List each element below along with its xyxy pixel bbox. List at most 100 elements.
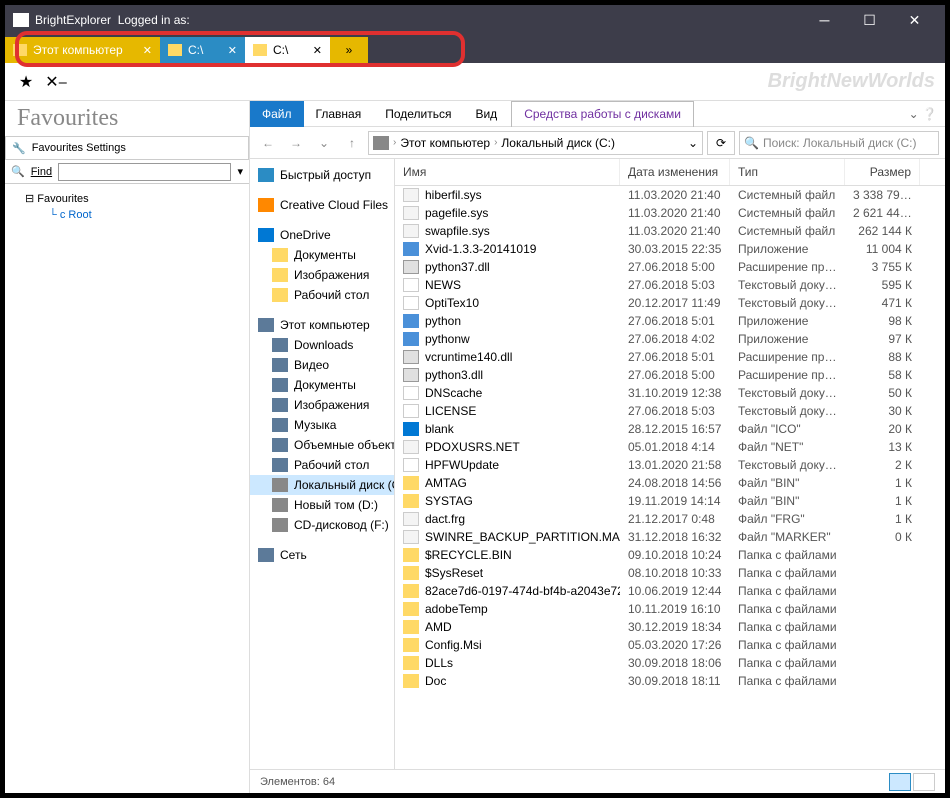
ribbon-tab-home[interactable]: Главная <box>304 101 374 127</box>
tree-c-root[interactable]: └ c Root <box>11 207 243 223</box>
tree-video[interactable]: Видео <box>250 355 394 375</box>
file-row[interactable]: HPFWUpdate13.01.2020 21:58Текстовый доку… <box>395 456 945 474</box>
tab-c-drive-2[interactable]: C:\ ✕ <box>245 37 330 63</box>
ribbon-tab-view[interactable]: Вид <box>463 101 509 127</box>
file-row[interactable]: AMD30.12.2019 18:34Папка с файлами <box>395 618 945 636</box>
tree-new-volume-d[interactable]: Новый том (D:) <box>250 495 394 515</box>
breadcrumb-part[interactable]: Этот компьютер <box>400 136 490 150</box>
file-size <box>845 565 920 581</box>
recent-dropdown[interactable]: ⌄ <box>312 131 336 155</box>
tree-creative-cloud[interactable]: Creative Cloud Files <box>250 195 394 215</box>
tab-close-icon[interactable]: ✕ <box>313 44 322 57</box>
file-row[interactable]: dact.frg21.12.2017 0:48Файл "FRG"1 К <box>395 510 945 528</box>
file-icon <box>403 512 419 526</box>
file-row[interactable]: SYSTAG19.11.2019 14:14Файл "BIN"1 К <box>395 492 945 510</box>
tree-images-pc[interactable]: Изображения <box>250 395 394 415</box>
file-row[interactable]: PDOXUSRS.NET05.01.2018 4:14Файл "NET"13 … <box>395 438 945 456</box>
up-button[interactable]: ↑ <box>340 131 364 155</box>
file-row[interactable]: DLLs30.09.2018 18:06Папка с файлами <box>395 654 945 672</box>
tree-documents-pc[interactable]: Документы <box>250 375 394 395</box>
file-row[interactable]: DNScache31.10.2019 12:38Текстовый докум.… <box>395 384 945 402</box>
tab-close-icon[interactable]: ✕ <box>228 44 237 57</box>
maximize-button[interactable]: ☐ <box>847 6 892 34</box>
tabs-overflow-button[interactable]: » <box>330 37 368 63</box>
tab-c-drive-1[interactable]: C:\ ✕ <box>160 37 245 63</box>
tree-desktop[interactable]: Рабочий стол <box>250 285 394 305</box>
file-row[interactable]: python3.dll27.06.2018 5:00Расширение при… <box>395 366 945 384</box>
file-row[interactable]: LICENSE27.06.2018 5:03Текстовый докум...… <box>395 402 945 420</box>
tree-this-pc[interactable]: Этот компьютер <box>250 315 394 335</box>
tree-images[interactable]: Изображения <box>250 265 394 285</box>
column-date[interactable]: Дата изменения <box>620 159 730 185</box>
file-row[interactable]: NEWS27.06.2018 5:03Текстовый докум...595… <box>395 276 945 294</box>
view-details-button[interactable] <box>889 773 911 791</box>
file-row[interactable]: $RECYCLE.BIN09.10.2018 10:24Папка с файл… <box>395 546 945 564</box>
file-row[interactable]: Xvid-1.3.3-2014101930.03.2015 22:35Прило… <box>395 240 945 258</box>
minimize-button[interactable]: ─ <box>802 6 847 34</box>
cd-icon <box>272 518 288 532</box>
file-row[interactable]: Doc30.09.2018 18:11Папка с файлами <box>395 672 945 690</box>
tree-quick-access[interactable]: Быстрый доступ <box>250 165 394 185</box>
forward-button[interactable]: → <box>284 131 308 155</box>
file-size: 2 К <box>845 457 920 473</box>
favourites-settings-button[interactable]: 🔧 Favourites Settings <box>5 136 249 160</box>
breadcrumb-part[interactable]: Локальный диск (C:) <box>501 136 615 150</box>
file-date: 09.10.2018 10:24 <box>620 547 730 563</box>
file-row[interactable]: pythonw27.06.2018 4:02Приложение97 К <box>395 330 945 348</box>
file-row[interactable]: $SysReset08.10.2018 10:33Папка с файлами <box>395 564 945 582</box>
file-row[interactable]: adobeTemp10.11.2019 16:10Папка с файлами <box>395 600 945 618</box>
drive-icon <box>373 136 389 150</box>
file-type: Файл "BIN" <box>730 493 845 509</box>
tab-this-pc[interactable]: Этот компьютер ✕ <box>5 37 160 63</box>
ribbon-tab-file[interactable]: Файл <box>250 101 304 127</box>
tools-button[interactable]: ✕⎯ <box>45 71 67 93</box>
file-row[interactable]: pagefile.sys11.03.2020 21:40Системный фа… <box>395 204 945 222</box>
file-row[interactable]: python27.06.2018 5:01Приложение98 К <box>395 312 945 330</box>
file-row[interactable]: Config.Msi05.03.2020 17:26Папка с файлам… <box>395 636 945 654</box>
file-row[interactable]: 82ace7d6-0197-474d-bf4b-a2043e72329b10.0… <box>395 582 945 600</box>
file-row[interactable]: AMTAG24.08.2018 14:56Файл "BIN"1 К <box>395 474 945 492</box>
tab-close-icon[interactable]: ✕ <box>143 44 152 57</box>
back-button[interactable]: ← <box>256 131 280 155</box>
tree-network[interactable]: Сеть <box>250 545 394 565</box>
breadcrumb[interactable]: › Этот компьютер › Локальный диск (C:) ⌄ <box>368 131 703 155</box>
file-row[interactable]: blank28.12.2015 16:57Файл "ICO"20 К <box>395 420 945 438</box>
column-name[interactable]: Имя <box>395 159 620 185</box>
favourite-star-button[interactable]: ★ <box>15 71 37 93</box>
refresh-button[interactable]: ⟳ <box>707 131 735 155</box>
file-date: 27.06.2018 4:02 <box>620 331 730 347</box>
column-type[interactable]: Тип <box>730 159 845 185</box>
file-row[interactable]: swapfile.sys11.03.2020 21:40Системный фа… <box>395 222 945 240</box>
file-date: 11.03.2020 21:40 <box>620 223 730 239</box>
find-input[interactable] <box>58 163 231 181</box>
file-icon <box>403 638 419 652</box>
file-row[interactable]: vcruntime140.dll27.06.2018 5:01Расширени… <box>395 348 945 366</box>
tree-downloads[interactable]: Downloads <box>250 335 394 355</box>
file-row[interactable]: hiberfil.sys11.03.2020 21:40Системный фа… <box>395 186 945 204</box>
file-row[interactable]: OptiTex1020.12.2017 11:49Текстовый докум… <box>395 294 945 312</box>
ribbon-tab-disk-tools[interactable]: Средства работы с дисками <box>511 101 694 127</box>
ribbon-expand-button[interactable]: ⌄ ❔ <box>901 107 945 121</box>
file-row[interactable]: SWINRE_BACKUP_PARTITION.MARKER31.12.2018… <box>395 528 945 546</box>
tree-documents[interactable]: Документы <box>250 245 394 265</box>
tree-favourites-root[interactable]: ⊟ Favourites <box>11 190 243 207</box>
column-size[interactable]: Размер <box>845 159 920 185</box>
ribbon-tab-share[interactable]: Поделиться <box>373 101 463 127</box>
tree-cd-drive-f[interactable]: CD-дисковод (F:) <box>250 515 394 535</box>
dropdown-icon[interactable]: ⌄ <box>688 136 698 150</box>
view-icons-button[interactable] <box>913 773 935 791</box>
title-text: BrightExplorer Logged in as: <box>35 13 802 27</box>
titlebar[interactable]: BrightExplorer Logged in as: ─ ☐ ✕ <box>5 5 945 35</box>
tree-music[interactable]: Музыка <box>250 415 394 435</box>
tree-3d-objects[interactable]: Объемные объекты <box>250 435 394 455</box>
tree-desktop-pc[interactable]: Рабочий стол <box>250 455 394 475</box>
tree-local-disk-c[interactable]: Локальный диск (C:) <box>250 475 394 495</box>
file-icon <box>403 332 419 346</box>
tree-onedrive[interactable]: OneDrive <box>250 225 394 245</box>
file-type: Системный файл <box>730 223 845 239</box>
dropdown-icon[interactable]: ▾ <box>237 165 243 178</box>
file-row[interactable]: python37.dll27.06.2018 5:00Расширение пр… <box>395 258 945 276</box>
file-name: SYSTAG <box>425 494 473 508</box>
search-box[interactable]: 🔍 Поиск: Локальный диск (C:) <box>739 131 939 155</box>
close-button[interactable]: ✕ <box>892 6 937 34</box>
